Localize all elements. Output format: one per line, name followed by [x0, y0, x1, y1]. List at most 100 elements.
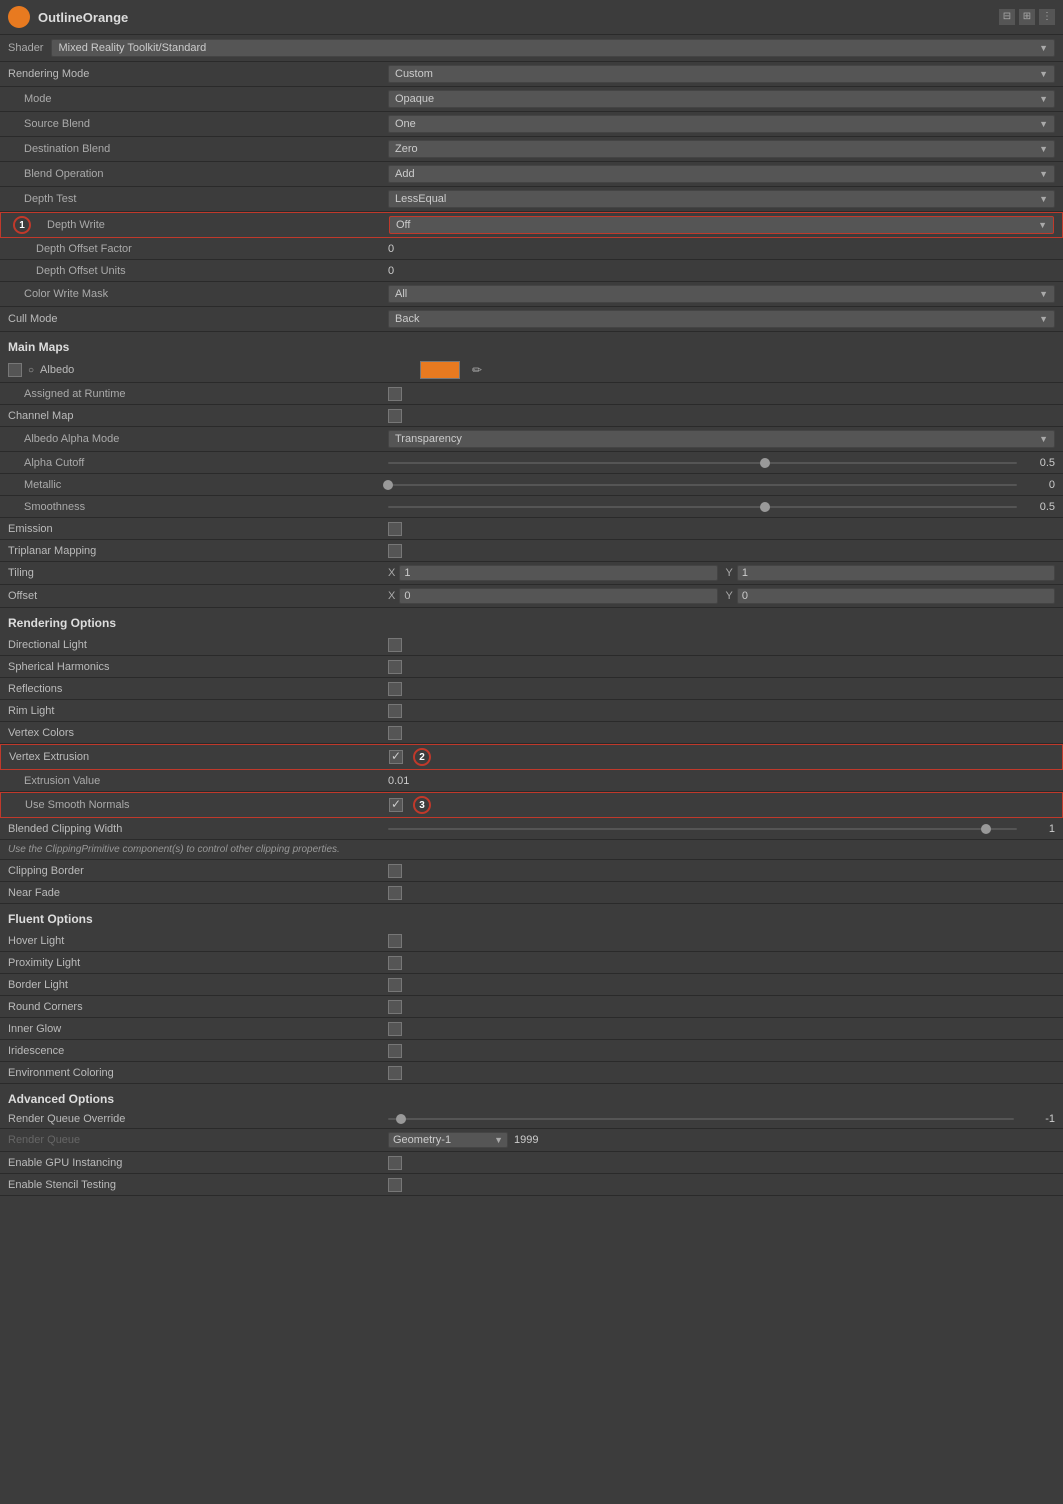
render-queue-dropdown-value: Geometry-1	[393, 1134, 451, 1146]
alpha-cutoff-row: Alpha Cutoff 0.5	[0, 452, 1063, 474]
blend-op-dropdown[interactable]: Add ▼	[388, 165, 1055, 183]
source-blend-dropdown[interactable]: One ▼	[388, 115, 1055, 133]
metallic-slider[interactable]: 0	[388, 479, 1055, 491]
triplanar-label: Triplanar Mapping	[8, 545, 388, 557]
shader-dropdown[interactable]: Mixed Reality Toolkit/Standard ▼	[51, 39, 1055, 57]
emission-checkbox[interactable]	[388, 522, 402, 536]
iridescence-row: Iridescence	[0, 1040, 1063, 1062]
channel-map-checkbox[interactable]	[388, 409, 402, 423]
render-queue-override-value: -1	[1020, 1113, 1055, 1125]
offset-y-input[interactable]	[737, 588, 1055, 604]
main-panel: OutlineOrange ⊟ ⊞ ⋮ Shader Mixed Reality…	[0, 0, 1063, 1196]
reflections-checkbox[interactable]	[388, 682, 402, 696]
fluent-options-header: Fluent Options	[0, 904, 1063, 930]
enable-gpu-row: Enable GPU Instancing	[0, 1152, 1063, 1174]
albedo-checkbox[interactable]	[8, 363, 22, 377]
offset-x-label: X	[388, 590, 395, 602]
depth-test-value: LessEqual	[395, 193, 446, 205]
triplanar-checkbox[interactable]	[388, 544, 402, 558]
vertex-extrusion-row: Vertex Extrusion 2	[0, 744, 1063, 770]
depth-write-value: Off	[396, 219, 410, 231]
clipping-border-checkbox[interactable]	[388, 864, 402, 878]
save-icon[interactable]: ⊟	[999, 9, 1015, 25]
cull-mode-value: Back	[395, 313, 419, 325]
dest-blend-dropdown[interactable]: Zero ▼	[388, 140, 1055, 158]
vertex-extrusion-checkbox[interactable]	[389, 750, 403, 764]
rim-light-checkbox[interactable]	[388, 704, 402, 718]
mode-dropdown[interactable]: Opaque ▼	[388, 90, 1055, 108]
offset-x-input[interactable]	[399, 588, 717, 604]
directional-light-checkbox[interactable]	[388, 638, 402, 652]
shader-dropdown-arrow: ▼	[1039, 43, 1048, 53]
environment-coloring-checkbox[interactable]	[388, 1066, 402, 1080]
assigned-runtime-checkbox[interactable]	[388, 387, 402, 401]
menu-icon[interactable]: ⋮	[1039, 9, 1055, 25]
emission-label: Emission	[8, 523, 388, 535]
proximity-light-checkbox[interactable]	[388, 956, 402, 970]
near-fade-checkbox[interactable]	[388, 886, 402, 900]
render-queue-label: Render Queue	[8, 1134, 388, 1146]
round-corners-checkbox[interactable]	[388, 1000, 402, 1014]
albedo-alpha-dropdown[interactable]: Transparency ▼	[388, 430, 1055, 448]
enable-stencil-row: Enable Stencil Testing	[0, 1174, 1063, 1196]
border-light-checkbox[interactable]	[388, 978, 402, 992]
tiling-x-label: X	[388, 567, 395, 579]
enable-stencil-checkbox[interactable]	[388, 1178, 402, 1192]
dest-blend-row: Destination Blend Zero ▼	[0, 137, 1063, 162]
tiling-y-input[interactable]	[737, 565, 1055, 581]
blended-clipping-row: Blended Clipping Width 1	[0, 818, 1063, 840]
vertex-colors-label: Vertex Colors	[8, 727, 388, 739]
depth-offset-factor-label: Depth Offset Factor	[8, 243, 388, 255]
vertex-colors-checkbox[interactable]	[388, 726, 402, 740]
tiling-row: Tiling X Y	[0, 562, 1063, 585]
vertex-colors-row: Vertex Colors	[0, 722, 1063, 744]
extrusion-value: 0.01	[388, 775, 409, 787]
annotation-1: 1	[13, 216, 31, 234]
main-maps-header: Main Maps	[0, 332, 1063, 358]
depth-offset-factor-row: Depth Offset Factor 0	[0, 238, 1063, 260]
depth-write-dropdown[interactable]: Off ▼	[389, 216, 1054, 234]
hover-light-checkbox[interactable]	[388, 934, 402, 948]
render-queue-value: 1999	[514, 1134, 538, 1146]
dest-blend-label: Destination Blend	[8, 143, 388, 155]
rim-light-label: Rim Light	[8, 705, 388, 717]
directional-light-label: Directional Light	[8, 639, 388, 651]
settings-icon[interactable]: ⊞	[1019, 9, 1035, 25]
alpha-cutoff-value: 0.5	[1025, 457, 1055, 469]
color-write-mask-row: Color Write Mask All ▼	[0, 282, 1063, 307]
proximity-light-label: Proximity Light	[8, 957, 388, 969]
extrusion-value-label: Extrusion Value	[8, 775, 388, 787]
color-write-mask-value: All	[395, 288, 407, 300]
iridescence-checkbox[interactable]	[388, 1044, 402, 1058]
color-write-mask-dropdown[interactable]: All ▼	[388, 285, 1055, 303]
inner-glow-checkbox[interactable]	[388, 1022, 402, 1036]
advanced-options-header: Advanced Options	[0, 1084, 1063, 1110]
cull-mode-label: Cull Mode	[8, 313, 388, 325]
header-icons: ⊟ ⊞ ⋮	[999, 9, 1055, 25]
emission-row: Emission	[0, 518, 1063, 540]
smoothness-slider[interactable]: 0.5	[388, 501, 1055, 513]
albedo-row: ○ Albedo ✏	[0, 358, 1063, 383]
smooth-normals-checkbox[interactable]	[389, 798, 403, 812]
alpha-cutoff-slider[interactable]: 0.5	[388, 457, 1055, 469]
header-title: OutlineOrange	[38, 10, 999, 25]
offset-label: Offset	[8, 590, 388, 602]
hover-light-label: Hover Light	[8, 935, 388, 947]
render-queue-dropdown[interactable]: Geometry-1 ▼	[388, 1132, 508, 1148]
depth-test-row: Depth Test LessEqual ▼	[0, 187, 1063, 212]
blended-clipping-slider[interactable]: 1	[388, 823, 1055, 835]
rendering-mode-dropdown[interactable]: Custom ▼	[388, 65, 1055, 83]
metallic-row: Metallic 0	[0, 474, 1063, 496]
albedo-edit-icon[interactable]: ✏	[472, 363, 482, 377]
enable-gpu-checkbox[interactable]	[388, 1156, 402, 1170]
clipping-info: Use the ClippingPrimitive component(s) t…	[0, 840, 1063, 860]
cull-mode-dropdown[interactable]: Back ▼	[388, 310, 1055, 328]
depth-test-dropdown[interactable]: LessEqual ▼	[388, 190, 1055, 208]
tiling-x-input[interactable]	[399, 565, 717, 581]
channel-map-row: Channel Map	[0, 405, 1063, 427]
render-queue-row: Render Queue Geometry-1 ▼ 1999	[0, 1129, 1063, 1152]
spherical-harmonics-checkbox[interactable]	[388, 660, 402, 674]
albedo-color-swatch[interactable]	[420, 361, 460, 379]
depth-offset-units-row: Depth Offset Units 0	[0, 260, 1063, 282]
rendering-mode-value: Custom ▼	[388, 65, 1055, 83]
